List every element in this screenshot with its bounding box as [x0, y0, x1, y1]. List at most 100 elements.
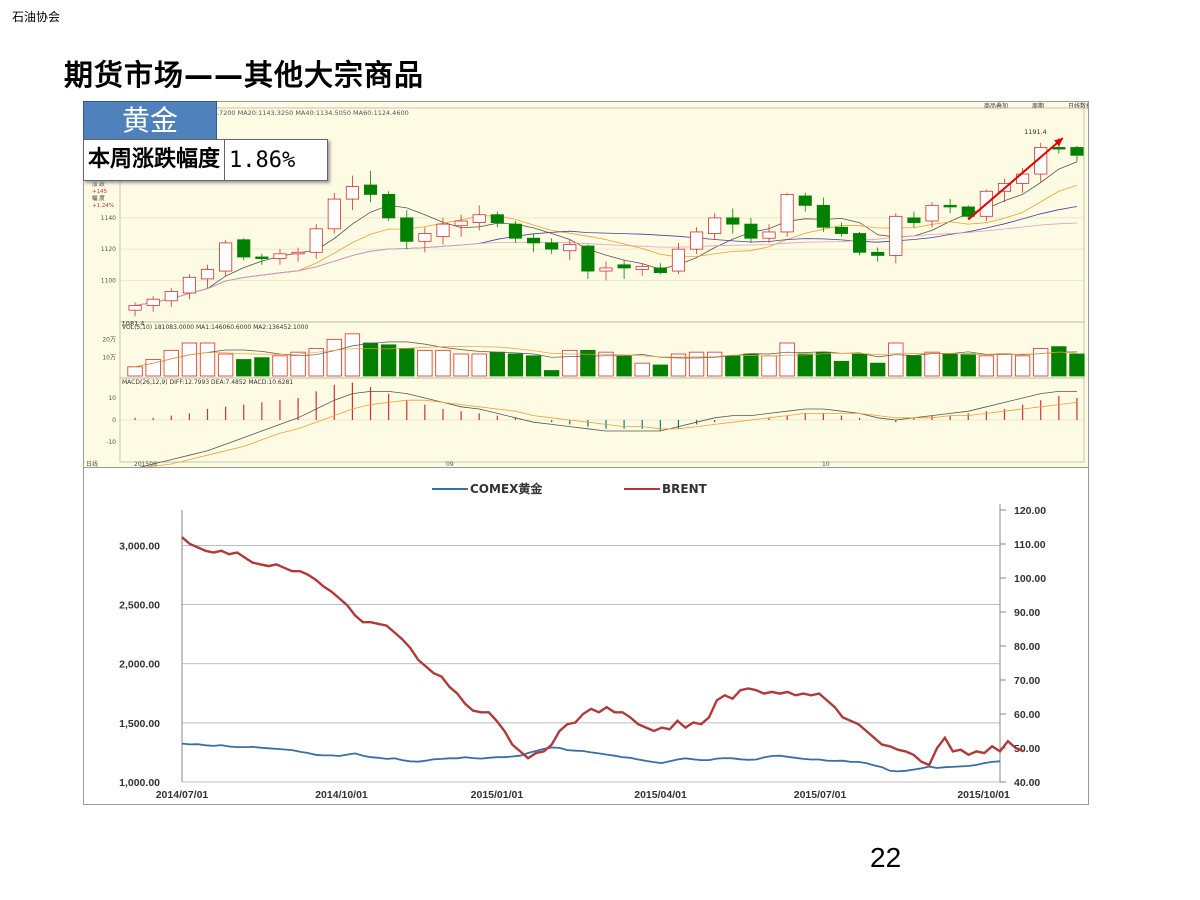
candle-body: [363, 184, 378, 195]
candle-body: [708, 217, 722, 234]
trend-arrow-line: [967, 137, 1064, 221]
macd-dea-line: [143, 399, 1077, 467]
macd-dif-line: [139, 391, 1077, 467]
volume-bar: [797, 353, 813, 377]
gold-series-line: [181, 742, 1001, 773]
candle-body: [382, 194, 396, 219]
x-tick-label: 2015/07/01: [794, 789, 847, 801]
volume-bar: [217, 353, 234, 377]
volume-bar: [417, 349, 433, 377]
candle-body: [780, 194, 794, 233]
candle-body: [853, 233, 867, 253]
macd-tick-label: 10: [108, 395, 116, 402]
candle-body: [146, 298, 160, 306]
candle-body: [599, 267, 613, 272]
organization-label: 石油协会: [12, 10, 61, 24]
volume-bar: [906, 355, 922, 377]
candle-body: [690, 231, 704, 250]
candle-body: [744, 223, 758, 239]
volume-bar: [870, 362, 886, 377]
right-tick-label: 60.00: [1014, 709, 1040, 721]
side-stat-label: 幅 度: [92, 194, 105, 202]
side-stat-label: 涨 跌: [92, 180, 105, 188]
volume-bar: [743, 353, 759, 377]
weekly-change-box: 本周涨跌幅度 1.86%: [83, 139, 328, 181]
macd-tick-label: -10: [106, 439, 116, 446]
candle-body: [200, 269, 215, 280]
volume-bar: [435, 349, 451, 377]
candle-body: [726, 217, 740, 225]
volume-bar: [924, 351, 940, 377]
volume-bar: [996, 353, 1013, 377]
candle-body: [671, 248, 686, 272]
volume-bar: [362, 342, 379, 377]
volume-bar: [236, 359, 252, 377]
volume-bar: [942, 353, 958, 377]
volume-bar: [1051, 346, 1067, 377]
volume-bar: [779, 342, 795, 377]
volume-bar: [634, 362, 650, 377]
left-tick-label: 3,000.00: [119, 540, 160, 552]
candle-body: [508, 223, 522, 239]
candle-body: [490, 214, 504, 223]
kline-toolbar-button: 商品叠加: [984, 102, 1008, 110]
volume-bar: [127, 366, 143, 377]
weekly-change-label: 本周涨跌幅度: [84, 140, 226, 180]
volume-bar: [254, 357, 270, 377]
candle-body: [291, 251, 305, 255]
candle-body: [255, 256, 269, 259]
candle-body: [816, 204, 830, 228]
volume-bar: [344, 333, 361, 377]
volume-bar: [326, 338, 342, 377]
candle-body: [472, 214, 486, 223]
volume-bar: [815, 351, 832, 377]
page-number: 22: [870, 842, 902, 873]
candle-body: [907, 217, 921, 223]
volume-bar: [489, 351, 505, 377]
candle-body: [219, 242, 233, 272]
candle-body: [617, 264, 631, 269]
candle-body: [889, 215, 903, 256]
low-price-label: 1081.4: [122, 319, 145, 327]
candle-body: [182, 276, 196, 294]
vol-tick-label: 10万: [102, 355, 116, 362]
x-tick-label: 2014/10/01: [315, 789, 368, 801]
vol-tick-label: 20万: [102, 336, 116, 343]
volume-bar: [652, 364, 668, 377]
volume-bar: [725, 355, 741, 377]
high-price-label: 1191.4: [1024, 128, 1047, 136]
volume-bar: [181, 342, 198, 377]
side-stat-label: +145: [92, 189, 108, 195]
candle-body: [128, 305, 142, 311]
candle-body: [309, 228, 323, 253]
price-tick-label: 1140: [101, 215, 116, 222]
candle-body: [834, 226, 849, 234]
line-svg: 1,000.00 1,500.00 2,000.00 2,500.00 3,000.00…: [119, 481, 1046, 801]
x-tick-label: 2015/01/01: [471, 789, 524, 801]
volume-bar: [851, 353, 868, 377]
right-tick-label: 110.00: [1014, 539, 1046, 551]
candle-body: [273, 253, 287, 259]
volume-bar: [978, 355, 995, 377]
right-tick-label: 40.00: [1014, 777, 1040, 789]
volume-bar: [399, 348, 415, 377]
legend-label: COMEX黄金: [470, 481, 543, 496]
left-tick-label: 1,500.00: [119, 718, 160, 730]
right-tick-label: 80.00: [1014, 641, 1040, 653]
x-tick-label: 2014/07/01: [156, 789, 209, 801]
volume-bar: [1014, 355, 1031, 377]
volume-bar: [688, 351, 705, 377]
volume-bar: [272, 355, 288, 377]
macd-tick-label: 0: [112, 417, 116, 424]
candle-body: [1052, 147, 1066, 150]
candle-body: [798, 195, 812, 206]
kline-toolbar-button: 周期: [1032, 102, 1044, 110]
gold-tab[interactable]: 黄金: [83, 101, 217, 141]
volume-bar: [525, 355, 542, 377]
volume-bar: [380, 344, 397, 377]
page-title: 期货市场——其他大宗商品: [64, 58, 425, 92]
candle-body: [237, 239, 251, 258]
left-tick-label: 1,000.00: [119, 777, 160, 789]
right-tick-label: 70.00: [1014, 675, 1040, 687]
volume-bar: [616, 355, 632, 377]
